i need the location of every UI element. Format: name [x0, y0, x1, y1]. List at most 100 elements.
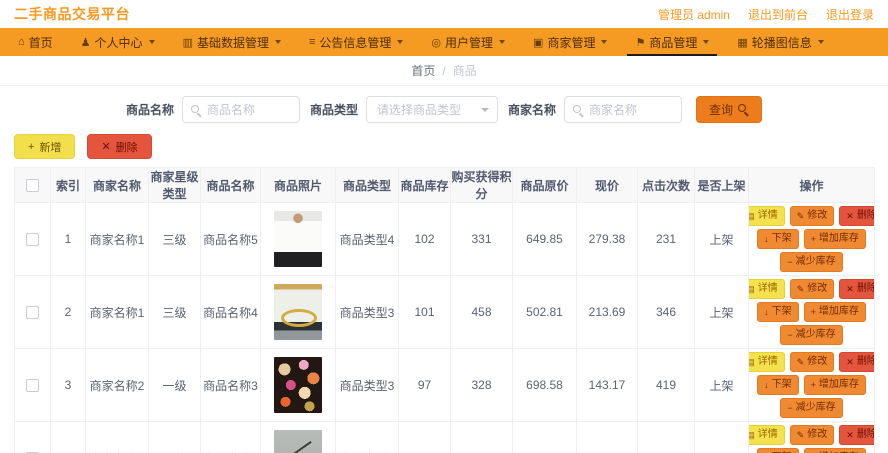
row-checkbox[interactable]: [26, 233, 39, 247]
clicks-cell: 308: [637, 421, 695, 453]
详情-button[interactable]: ▤详情: [749, 425, 785, 445]
增加库存-button[interactable]: +增加库存: [803, 448, 866, 453]
unlist-icon: ↓: [764, 233, 769, 244]
action-button-label: 修改: [807, 210, 828, 221]
product-type-select[interactable]: 请选择商品类型: [366, 96, 498, 123]
column-header: 商品照片: [260, 167, 336, 203]
修改-button[interactable]: ✎ 修改: [789, 279, 835, 299]
action-button-label: 修改: [807, 356, 828, 367]
table-head: 索引 商家名称 商家星级类型 商品名称 商品照片 商品类型 商品库存 购买获得积分 商品原价 现价…: [14, 167, 875, 203]
plus-icon: +: [28, 140, 35, 153]
action-line: − 减少库存: [750, 325, 874, 345]
checkbox-cell: [14, 421, 51, 453]
nav-item-label: 基础数据管理: [196, 35, 269, 50]
actions-cell: ▤详情✎修改✕删除↓下架+增加库存−减少库存: [748, 421, 875, 453]
减少库存-button[interactable]: − 减少库存: [780, 325, 843, 345]
action-button-label: 减少库存: [795, 329, 836, 340]
nav-item-用户管理[interactable]: ◎ 用户管理: [417, 28, 519, 56]
search-icon: [573, 105, 584, 116]
edit-icon: ✎: [796, 283, 805, 294]
增加库存-button[interactable]: +增加库存: [803, 375, 866, 395]
points-cell: 193: [450, 421, 513, 453]
下架-button[interactable]: ↓下架: [757, 302, 799, 322]
breadcrumb: 首页 / 商品: [0, 56, 888, 86]
shop-icon: ▣: [533, 36, 544, 49]
详情-button[interactable]: ▤详情: [749, 279, 785, 299]
current-price-cell: 143.17: [576, 348, 638, 422]
trash-icon: ✕: [846, 356, 854, 367]
nav-item-商品管理[interactable]: ⚑ 商品管理: [621, 28, 723, 56]
删除-button[interactable]: ✕删除: [839, 279, 874, 299]
column-header: 商品库存: [398, 167, 451, 203]
action-line: ↓下架+增加库存: [750, 375, 874, 395]
chevron-down-icon: [274, 40, 281, 44]
row-checkbox[interactable]: [26, 379, 39, 393]
logout-link[interactable]: 退出登录: [826, 6, 874, 23]
breadcrumb-home[interactable]: 首页: [411, 62, 435, 79]
nav-item-label: 首页: [28, 35, 53, 50]
toolbar: + 新增 ✕ 删除: [14, 134, 888, 159]
删除-button[interactable]: ✕删除: [839, 206, 874, 226]
detail-icon: ▤: [750, 284, 755, 294]
下架-button[interactable]: ↓下架: [757, 375, 799, 395]
详情-button[interactable]: ▤详情: [749, 352, 785, 372]
delete-button[interactable]: ✕ 删除: [87, 134, 152, 159]
search-field-label: 商家名称: [508, 103, 557, 117]
select-all-checkbox[interactable]: [26, 179, 39, 193]
breadcrumb-current: 商品: [452, 64, 477, 78]
增加库存-button[interactable]: +增加库存: [803, 302, 866, 322]
input-wrapper: [564, 96, 683, 123]
修改-button[interactable]: ✎ 修改: [789, 425, 835, 445]
nav-item-个人中心[interactable]: ♟ 个人中心: [67, 28, 169, 56]
merchant-name-input[interactable]: [589, 97, 682, 122]
减少库存-button[interactable]: − 减少库存: [780, 398, 843, 418]
action-button-label: 增加库存: [818, 233, 859, 244]
person-icon: ♟: [80, 36, 91, 49]
action-button-label: 详情: [757, 429, 778, 440]
下架-button[interactable]: ↓下架: [757, 448, 799, 453]
nav-item-基础数据管理[interactable]: ▥ 基础数据管理: [169, 28, 295, 56]
checkbox-cell: [14, 348, 51, 422]
product-photo: [274, 430, 322, 453]
exit-to-front-link[interactable]: 退出到前台: [748, 6, 808, 23]
original-price-cell: 634.8: [512, 421, 577, 453]
star-level-cell: 三级: [148, 421, 201, 453]
修改-button[interactable]: ✎ 修改: [789, 352, 835, 372]
删除-button[interactable]: ✕删除: [839, 352, 874, 372]
action-line: − 减少库存: [750, 398, 874, 418]
action-button-label: 增加库存: [818, 379, 859, 390]
nav-item-公告信息管理[interactable]: ≡ 公告信息管理: [295, 28, 417, 56]
删除-button[interactable]: ✕删除: [839, 425, 874, 445]
修改-button[interactable]: ✎ 修改: [789, 206, 835, 226]
action-button-label: 减少库存: [795, 256, 836, 267]
详情-button[interactable]: ▤详情: [749, 206, 785, 226]
admin-user-label[interactable]: 管理员 admin: [658, 6, 730, 23]
action-line: ▤详情✎修改✕删除: [749, 279, 874, 299]
flag-icon: ⚑: [635, 36, 646, 49]
stock-cell: 102: [398, 202, 451, 276]
trash-icon: ✕: [846, 283, 854, 294]
product-name-input[interactable]: [206, 97, 299, 122]
edit-icon: ✎: [796, 356, 805, 367]
search-icon: [190, 105, 202, 116]
product-type-cell: 商品类型3: [335, 348, 399, 422]
query-button[interactable]: 查询: [696, 96, 763, 123]
减少库存-button[interactable]: − 减少库存: [780, 252, 843, 272]
row-checkbox[interactable]: [26, 306, 39, 320]
table-header-row: 索引 商家名称 商家星级类型 商品名称 商品照片 商品类型 商品库存 购买获得积分 商品原价 现价…: [14, 167, 875, 203]
minus-icon: −: [787, 402, 793, 413]
star-level-cell: 三级: [148, 275, 201, 349]
add-button[interactable]: + 新增: [14, 134, 76, 159]
select-all-header: [14, 167, 51, 203]
trash-icon: ✕: [101, 141, 111, 153]
column-header: 商家名称: [85, 167, 149, 203]
detail-icon: ▤: [750, 430, 755, 440]
action-line: ↓下架+增加库存: [750, 229, 874, 249]
增加库存-button[interactable]: +增加库存: [803, 229, 866, 249]
nav-item-轮播图信息[interactable]: ▦ 轮播图信息: [723, 28, 837, 56]
column-header: 商家星级类型: [148, 167, 201, 203]
nav-item-商家管理[interactable]: ▣ 商家管理: [519, 28, 621, 56]
action-button-label: 下架: [771, 306, 792, 317]
nav-item-首页[interactable]: ⌂ 首页: [4, 28, 67, 56]
下架-button[interactable]: ↓下架: [757, 229, 799, 249]
